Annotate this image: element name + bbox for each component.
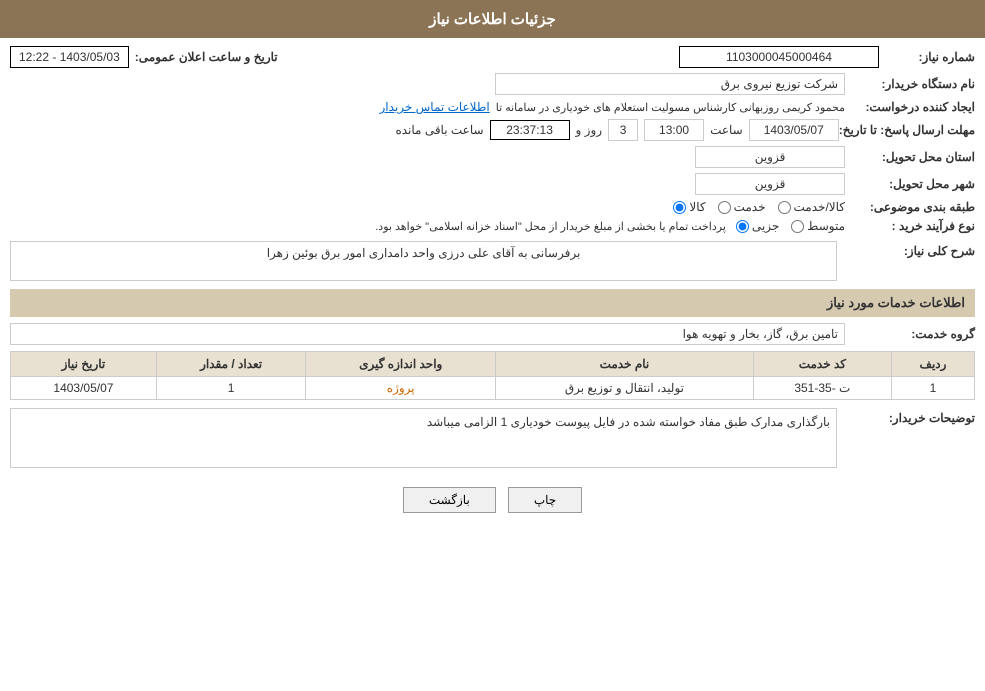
deadline-date: 1403/05/07 [749,119,839,141]
bottom-buttons: چاپ بازگشت [10,487,975,513]
need-number-value: 1103000045000464 [679,46,879,68]
deadline-label: مهلت ارسال پاسخ: تا تاریخ: [839,123,975,137]
table-row: 1 ت -35-351 تولید، انتقال و توزیع برق پر… [11,377,975,400]
page-title: جزئیات اطلاعات نیاز [429,11,556,28]
buyer-desc-value: بارگذاری مدارک طبق مفاد خواسته شده در فا… [10,408,837,468]
announcement-date-label: تاریخ و ساعت اعلان عمومی: [135,50,278,64]
category-radio-group: کالا/خدمت خدمت کالا [673,200,845,214]
category-option-khedmat[interactable]: خدمت [718,200,766,214]
purchase-type-motavaset[interactable]: متوسط [791,219,845,233]
need-description-value: برفرسانی به آقای علی درزی واحد دامداری ا… [10,241,837,281]
announcement-date-value: 1403/05/03 - 12:22 [10,46,129,68]
need-number-label: شماره نیاز: [885,50,975,64]
creator-value: محمود کریمی روزبهانی کارشناس مسولیت استع… [496,101,845,114]
cell-count: 1 [156,377,306,400]
purchase-type-jozii[interactable]: جزیی [736,219,779,233]
city-value: قزوین [695,173,845,195]
creator-contact-link[interactable]: اطلاعات تماس خریدار [380,100,490,114]
cell-date: 1403/05/07 [11,377,157,400]
page-wrapper: جزئیات اطلاعات نیاز شماره نیاز: 11030000… [0,0,985,691]
service-group-value: تامین برق، گاز، بخار و تهویه هوا [10,323,845,345]
cell-code: ت -35-351 [753,377,891,400]
buyer-desc-label: توضیحات خریدار: [845,408,975,425]
main-content: شماره نیاز: 1103000045000464 تاریخ و ساع… [0,46,985,513]
purchase-type-notice: پرداخت تمام یا بخشی از مبلغ خریدار از مح… [375,220,726,233]
need-description-label: شرح کلی نیاز: [845,241,975,258]
requester-org-label: نام دستگاه خریدار: [845,77,975,91]
col-name: نام خدمت [496,352,754,377]
need-number-row: شماره نیاز: 1103000045000464 [679,46,975,68]
cell-unit: پروژه [306,377,496,400]
category-option-kala-khedmat[interactable]: کالا/خدمت [778,200,845,214]
deadline-day-label: روز و [576,123,603,137]
col-count: تعداد / مقدار [156,352,306,377]
col-unit: واحد اندازه گیری [306,352,496,377]
category-label: طبقه بندی موضوعی: [845,200,975,214]
purchase-type-label: نوع فرآیند خرید : [845,219,975,233]
deadline-remaining-label: ساعت باقی مانده [395,123,483,137]
creator-label: ایجاد کننده درخواست: [845,100,975,114]
deadline-remaining: 23:37:13 [490,120,570,140]
services-section-header: اطلاعات خدمات مورد نیاز [10,289,975,317]
announcement-date-row: تاریخ و ساعت اعلان عمومی: 1403/05/03 - 1… [10,46,278,68]
service-group-label: گروه خدمت: [845,327,975,341]
deadline-days: 3 [608,119,638,141]
services-table: ردیف کد خدمت نام خدمت واحد اندازه گیری ت… [10,351,975,400]
back-button[interactable]: بازگشت [403,487,496,513]
page-header: جزئیات اطلاعات نیاز [0,0,985,38]
col-date: تاریخ نیاز [11,352,157,377]
deadline-time: 13:00 [644,119,704,141]
province-label: استان محل تحویل: [845,150,975,164]
col-code: کد خدمت [753,352,891,377]
requester-org-value: شرکت توزیع نیروی برق [495,73,845,95]
print-button[interactable]: چاپ [508,487,582,513]
category-option-kala[interactable]: کالا [673,200,705,214]
cell-row: 1 [891,377,974,400]
cell-name: تولید، انتقال و توزیع برق [496,377,754,400]
city-label: شهر محل تحویل: [845,177,975,191]
purchase-type-radio-group: متوسط جزیی [736,219,845,233]
province-value: قزوین [695,146,845,168]
deadline-time-label: ساعت [710,123,743,137]
col-row: ردیف [891,352,974,377]
